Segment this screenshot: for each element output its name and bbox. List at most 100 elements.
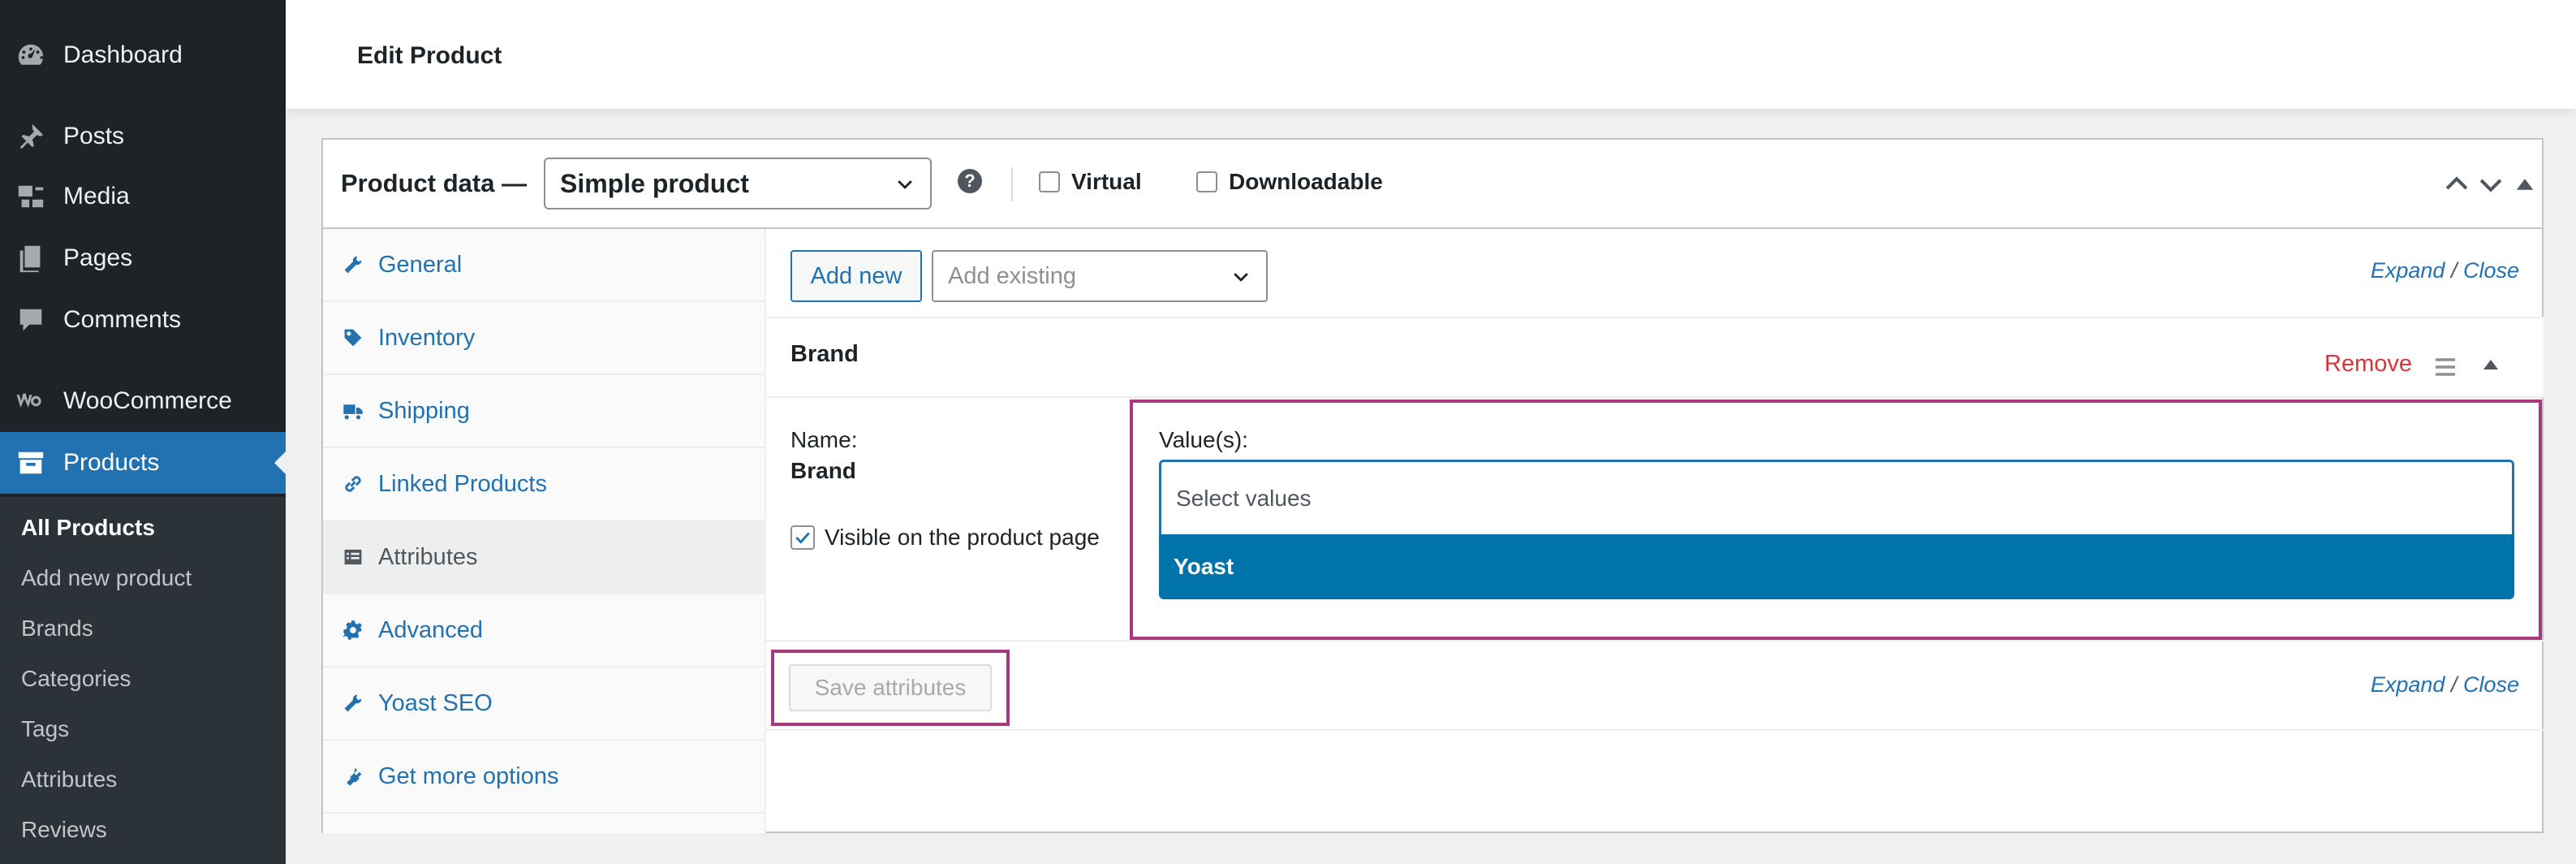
attributes-panel: Add new Add existing Expand / Close Bran… bbox=[766, 229, 2544, 833]
list-icon bbox=[341, 545, 365, 569]
menu-label: Media bbox=[63, 183, 130, 210]
woocommerce-icon bbox=[15, 385, 47, 417]
attribute-name-value: Brand bbox=[790, 458, 856, 483]
attribute-body: Name: Brand Visible on the product page … bbox=[766, 398, 2544, 642]
virtual-checkbox[interactable]: Virtual bbox=[1039, 169, 1142, 195]
attribute-title: Brand bbox=[790, 341, 859, 367]
visible-on-product-page-checkbox[interactable]: Visible on the product page bbox=[790, 525, 1100, 551]
separator: / bbox=[2450, 672, 2458, 697]
menu-label: WooCommerce bbox=[63, 387, 232, 414]
expand-close-links-bottom: Expand / Close bbox=[2371, 672, 2519, 698]
tab-label: Advanced bbox=[378, 616, 483, 643]
separator: / bbox=[2450, 258, 2458, 283]
downloadable-checkbox[interactable]: Downloadable bbox=[1196, 169, 1383, 195]
chevron-down-icon bbox=[898, 180, 912, 189]
attribute-name-label: Name: bbox=[790, 427, 858, 452]
select-values-placeholder: Select values bbox=[1176, 485, 1312, 511]
pin-icon bbox=[15, 120, 47, 153]
downloadable-label: Downloadable bbox=[1229, 169, 1383, 194]
submenu-all-products[interactable]: All Products bbox=[21, 515, 155, 541]
menu-item-posts[interactable]: Posts bbox=[0, 112, 286, 161]
checkmark-icon bbox=[795, 532, 810, 544]
product-data-metabox: Product data — Simple product ? Virtual … bbox=[321, 138, 2544, 833]
admin-sidebar: Dashboard Posts Media Pages Comments Woo… bbox=[0, 0, 286, 864]
tab-label: General bbox=[378, 251, 463, 278]
submenu-attributes[interactable]: Attributes bbox=[21, 767, 117, 793]
help-icon[interactable]: ? bbox=[958, 169, 982, 193]
link-icon bbox=[341, 472, 365, 496]
submenu-categories[interactable]: Categories bbox=[21, 666, 131, 692]
visible-label: Visible on the product page bbox=[825, 525, 1100, 550]
product-data-title: Product data — bbox=[341, 169, 528, 197]
menu-item-dashboard[interactable]: Dashboard bbox=[0, 31, 286, 80]
attribute-header[interactable]: Brand Remove bbox=[766, 318, 2544, 398]
product-type-value: Simple product bbox=[560, 168, 749, 198]
product-data-tabs: General Inventory Shipping Linked Produc… bbox=[323, 229, 766, 833]
menu-label: Products bbox=[63, 449, 160, 476]
submenu-brands[interactable]: Brands bbox=[21, 616, 93, 642]
submenu-tags[interactable]: Tags bbox=[21, 716, 69, 742]
close-link[interactable]: Close bbox=[2463, 258, 2519, 283]
checkbox-box[interactable] bbox=[790, 525, 815, 550]
attributes-toolbar: Add new Add existing Expand / Close bbox=[766, 229, 2544, 318]
menu-item-media[interactable]: Media bbox=[0, 172, 286, 221]
tab-label: Shipping bbox=[378, 397, 470, 424]
tab-label: Yoast SEO bbox=[378, 689, 493, 716]
chevron-down-icon bbox=[2479, 179, 2502, 192]
wrench-icon bbox=[341, 691, 365, 715]
tab-shipping[interactable]: Shipping bbox=[323, 375, 765, 448]
select-values-input[interactable]: Select values bbox=[1159, 460, 2514, 534]
tab-general[interactable]: General bbox=[323, 229, 765, 302]
remove-attribute-link[interactable]: Remove bbox=[2324, 351, 2412, 378]
checkbox-box[interactable] bbox=[1039, 171, 1060, 192]
menu-item-products[interactable]: Products bbox=[0, 432, 286, 494]
menu-item-woocommerce[interactable]: WooCommerce bbox=[0, 377, 286, 426]
tab-get-more-options[interactable]: Get more options bbox=[323, 741, 765, 814]
tab-label: Linked Products bbox=[378, 470, 547, 497]
add-existing-select[interactable]: Add existing bbox=[932, 250, 1268, 302]
dropdown-option-yoast[interactable]: Yoast bbox=[1159, 534, 2514, 599]
truck-icon bbox=[341, 399, 365, 423]
tab-inventory[interactable]: Inventory bbox=[323, 302, 765, 375]
menu-label: Posts bbox=[63, 123, 125, 149]
tab-yoast-seo[interactable]: Yoast SEO bbox=[323, 667, 765, 741]
expand-link[interactable]: Expand bbox=[2371, 672, 2445, 697]
close-link[interactable]: Close bbox=[2463, 672, 2519, 697]
product-type-select[interactable]: Simple product bbox=[544, 158, 932, 210]
values-label: Value(s): bbox=[1159, 427, 1248, 452]
menu-label: Dashboard bbox=[63, 41, 183, 68]
virtual-label: Virtual bbox=[1071, 169, 1142, 194]
tab-label: Attributes bbox=[378, 543, 478, 570]
add-existing-placeholder: Add existing bbox=[948, 262, 1076, 289]
page-header: Edit Product bbox=[286, 0, 2576, 109]
move-up-button[interactable] bbox=[2443, 171, 2470, 198]
menu-item-pages[interactable]: Pages bbox=[0, 234, 286, 283]
products-submenu: All Products Add new product Brands Cate… bbox=[0, 497, 286, 864]
tag-icon bbox=[341, 326, 365, 350]
save-highlight-frame: Save attributes bbox=[771, 650, 1010, 726]
move-down-button[interactable] bbox=[2477, 171, 2505, 198]
drag-handle-icon[interactable] bbox=[2433, 356, 2458, 378]
expand-link[interactable]: Expand bbox=[2371, 258, 2445, 283]
triangle-up-icon[interactable] bbox=[2479, 352, 2503, 377]
toggle-panel-button[interactable] bbox=[2511, 171, 2539, 198]
chevron-up-icon bbox=[2445, 176, 2468, 190]
submenu-add-new-product[interactable]: Add new product bbox=[21, 565, 192, 591]
submenu-reviews[interactable]: Reviews bbox=[21, 817, 107, 843]
comment-icon bbox=[15, 304, 47, 336]
tab-label: Get more options bbox=[378, 762, 559, 789]
metabox-header: Product data — Simple product ? Virtual … bbox=[323, 140, 2542, 229]
archive-icon bbox=[15, 447, 47, 479]
save-attributes-button[interactable]: Save attributes bbox=[789, 664, 992, 711]
chevron-down-icon bbox=[1234, 273, 1248, 282]
menu-label: Comments bbox=[63, 306, 182, 333]
tab-attributes[interactable]: Attributes bbox=[323, 521, 765, 594]
dashboard-icon bbox=[15, 39, 47, 71]
add-new-attribute-button[interactable]: Add new bbox=[790, 250, 922, 302]
page-title: Edit Product bbox=[357, 42, 502, 69]
tab-linked-products[interactable]: Linked Products bbox=[323, 448, 765, 521]
menu-label: Pages bbox=[63, 244, 133, 271]
tab-advanced[interactable]: Advanced bbox=[323, 594, 765, 667]
checkbox-box[interactable] bbox=[1196, 171, 1217, 192]
menu-item-comments[interactable]: Comments bbox=[0, 296, 286, 344]
